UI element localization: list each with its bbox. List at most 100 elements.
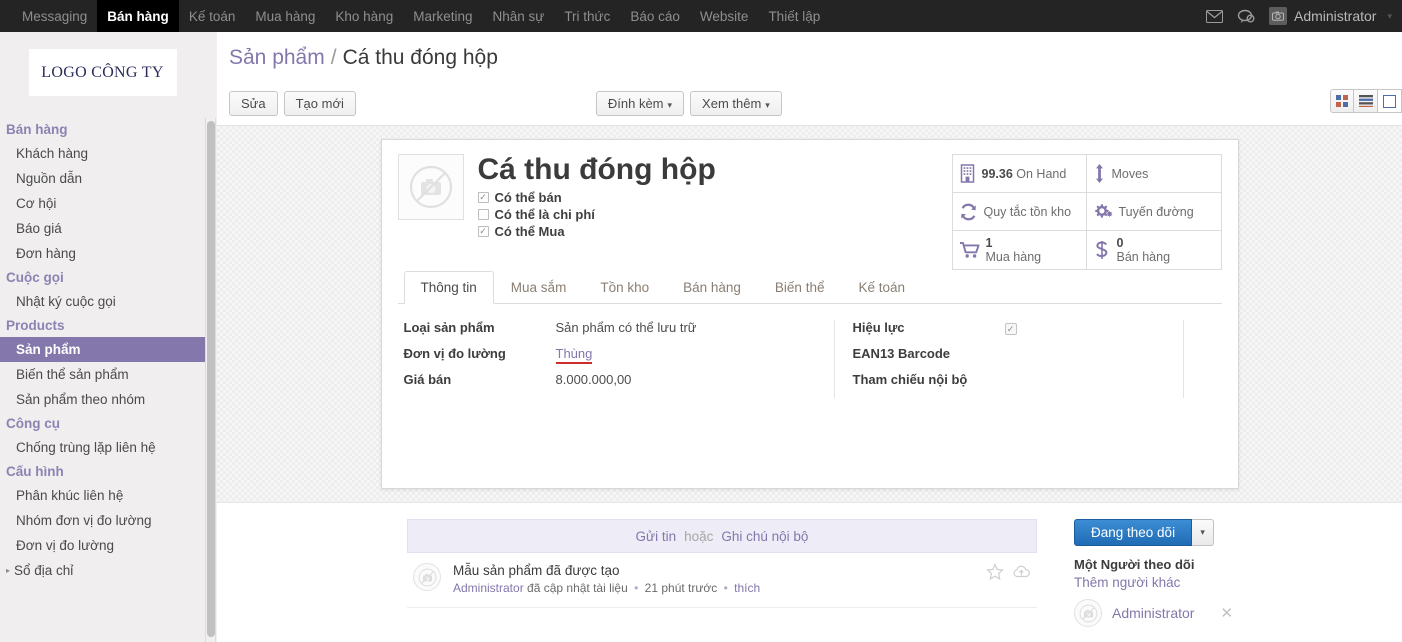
top-menu-label: Kế toán <box>188 8 236 24</box>
create-button[interactable]: Tạo mới <box>283 91 356 116</box>
sidebar-item-4-1[interactable]: Nhóm đơn vị đo lường <box>0 508 205 533</box>
top-menu-item-0[interactable]: Messaging <box>12 0 97 32</box>
avatar <box>1269 7 1287 25</box>
stat-button-2[interactable]: Quy tắc tồn kho <box>952 193 1087 231</box>
more-label: Xem thêm <box>702 96 762 111</box>
top-menu-item-1[interactable]: Bán hàng <box>97 0 179 32</box>
sidebar-item-2-2[interactable]: Sản phẩm theo nhóm <box>0 387 205 412</box>
message-item: Mẫu sản phẩm đã được tạo Administrator đ… <box>407 553 1037 608</box>
message-meta: Administrator đã cập nhật tài liệu • 21 … <box>453 581 986 595</box>
send-message-link[interactable]: Gửi tin <box>636 529 677 544</box>
sidebar-item-4-3[interactable]: ▸ Sổ địa chỉ <box>0 558 205 583</box>
log-note-link[interactable]: Ghi chú nội bộ <box>721 529 808 544</box>
checkbox-2[interactable]: ✓ <box>477 225 489 237</box>
field-row: Tham chiếu nội bộ <box>853 372 1183 398</box>
breadcrumb-root[interactable]: Sản phẩm <box>229 46 325 70</box>
sidebar-item-label: Sổ địa chỉ <box>14 563 74 578</box>
message-actions <box>986 563 1031 581</box>
sidebar-item-2-1[interactable]: Biến thể sản phẩm <box>0 362 205 387</box>
no-camera-icon <box>1074 599 1102 627</box>
top-menu-item-7[interactable]: Tri thức <box>554 0 620 32</box>
stat-button-3[interactable]: Tuyến đường <box>1086 193 1221 231</box>
sidebar-item-0-4[interactable]: Đơn hàng <box>0 241 205 266</box>
kanban-view-button[interactable] <box>1330 89 1354 113</box>
chat-bubble-icon[interactable] <box>1237 9 1255 24</box>
chatter-thread: Gửi tin hoặc Ghi chú nội bộ Mẫu sản phẩm… <box>407 519 1037 608</box>
sidebar-item-label: Biến thể sản phẩm <box>16 367 129 382</box>
attachment-dropdown-button[interactable]: Đính kèm ▾ <box>595 91 685 116</box>
no-camera-icon[interactable] <box>397 154 464 220</box>
close-icon[interactable]: ✕ <box>1220 604 1233 622</box>
add-follower-link[interactable]: Thêm người khác <box>1074 575 1374 590</box>
stat-button-0[interactable]: 99.36 On Hand <box>952 155 1087 193</box>
followers-dropdown-button[interactable]: ▾ <box>1192 519 1215 546</box>
user-menu[interactable]: Administrator ▾ <box>1269 7 1392 25</box>
sidebar-item-1-0[interactable]: Nhật ký cuộc gọi <box>0 289 205 314</box>
checkbox-label: Có thể Mua <box>494 223 565 239</box>
sidebar-item-label: Nhóm đơn vị đo lường <box>16 513 152 528</box>
sidebar-item-3-0[interactable]: Chống trùng lặp liên hệ <box>0 435 205 460</box>
top-menu-label: Mua hàng <box>255 8 316 24</box>
sidebar-item-0-3[interactable]: Báo giá <box>0 216 205 241</box>
checkbox-0[interactable]: ✓ <box>477 191 489 203</box>
sidebar-item-2-0[interactable]: Sản phẩm <box>0 337 205 362</box>
breadcrumb-separator: / <box>330 46 337 69</box>
star-outline-icon[interactable] <box>986 563 1004 581</box>
cloud-upload-icon[interactable] <box>1012 564 1031 580</box>
message-action: đã cập nhật tài liệu <box>527 581 628 595</box>
top-menu-item-6[interactable]: Nhân sự <box>483 0 555 32</box>
follower-name[interactable]: Administrator <box>1112 605 1194 621</box>
sidebar-item-0-2[interactable]: Cơ hội <box>0 191 205 216</box>
sidebar-item-4-0[interactable]: Phân khúc liên hệ <box>0 483 205 508</box>
sidebar-scrollbar-thumb[interactable] <box>207 121 215 637</box>
column-divider <box>833 319 835 398</box>
sidebar-item-label: Đơn vị đo lường <box>16 538 115 553</box>
following-button[interactable]: Đang theo dõi <box>1074 519 1193 546</box>
top-menu-item-3[interactable]: Mua hàng <box>245 0 325 32</box>
tab-5[interactable]: Kế toán <box>841 271 922 304</box>
sidebar-group-heading: Products <box>6 318 65 333</box>
sidebar-item-4-2[interactable]: Đơn vị đo lường <box>0 533 205 558</box>
form-fields: Loại sản phẩm Sản phẩm có thể lưu trữ Đơn … <box>398 304 1222 398</box>
top-menu-item-10[interactable]: Thiết lập <box>758 0 830 32</box>
stat-value: 0 <box>1116 236 1124 250</box>
sidebar-item-label: Đơn hàng <box>16 246 76 261</box>
meta-dot-2: • <box>723 581 728 595</box>
top-menu-label: Tri thức <box>564 8 611 24</box>
edit-button[interactable]: Sửa <box>229 91 278 116</box>
checkbox-1[interactable] <box>477 208 489 220</box>
attachment-label: Đính kèm <box>607 96 664 111</box>
tab-2[interactable]: Tồn kho <box>583 271 666 304</box>
stat-button-4[interactable]: 1 Mua hàng <box>953 231 1087 269</box>
top-menu-item-5[interactable]: Marketing <box>403 0 482 32</box>
top-menu-label: Marketing <box>413 8 473 24</box>
stat-button-1[interactable]: Moves <box>1086 155 1221 193</box>
top-menu-item-4[interactable]: Kho hàng <box>325 0 403 32</box>
field-link[interactable]: Thùng <box>555 346 593 364</box>
sidebar-item-0-1[interactable]: Nguồn dẫn <box>0 166 205 191</box>
sidebar-group-heading: Bán hàng <box>6 122 68 137</box>
top-menu-item-2[interactable]: Kế toán <box>179 0 246 32</box>
like-link[interactable]: thích <box>734 581 760 595</box>
list-view-button[interactable] <box>1354 89 1378 113</box>
field-checkbox[interactable]: ✓ <box>1004 323 1017 335</box>
top-menu-item-9[interactable]: Website <box>690 0 759 32</box>
envelope-icon[interactable] <box>1206 9 1223 23</box>
tab-1[interactable]: Mua sắm <box>494 271 584 304</box>
follow-button-group: Đang theo dõi ▾ <box>1074 519 1374 546</box>
top-menu-label: Nhân sự <box>492 8 545 24</box>
form-view-button[interactable] <box>1378 89 1402 113</box>
message-time: 21 phút trước <box>644 581 718 595</box>
top-menu-item-8[interactable]: Báo cáo <box>620 0 690 32</box>
sidebar-scrollbar[interactable] <box>205 118 216 642</box>
breadcrumb-current: Cá thu đóng hộp <box>342 46 498 69</box>
tab-4[interactable]: Biến thể <box>758 271 842 304</box>
tab-0[interactable]: Thông tin <box>403 270 494 304</box>
tab-3[interactable]: Bán hàng <box>666 271 758 304</box>
more-dropdown-button[interactable]: Xem thêm ▾ <box>690 91 782 116</box>
form-sheet-backdrop: Cá thu đóng hộp ✓ Có thể bán Có thể là chi… <box>217 126 1402 502</box>
sidebar-item-0-0[interactable]: Khách hàng <box>0 141 205 166</box>
stat-button-5[interactable]: 0 Bán hàng <box>1087 231 1221 269</box>
message-author[interactable]: Administrator <box>453 581 524 595</box>
sidebar-item-label: Cơ hội <box>16 196 57 211</box>
